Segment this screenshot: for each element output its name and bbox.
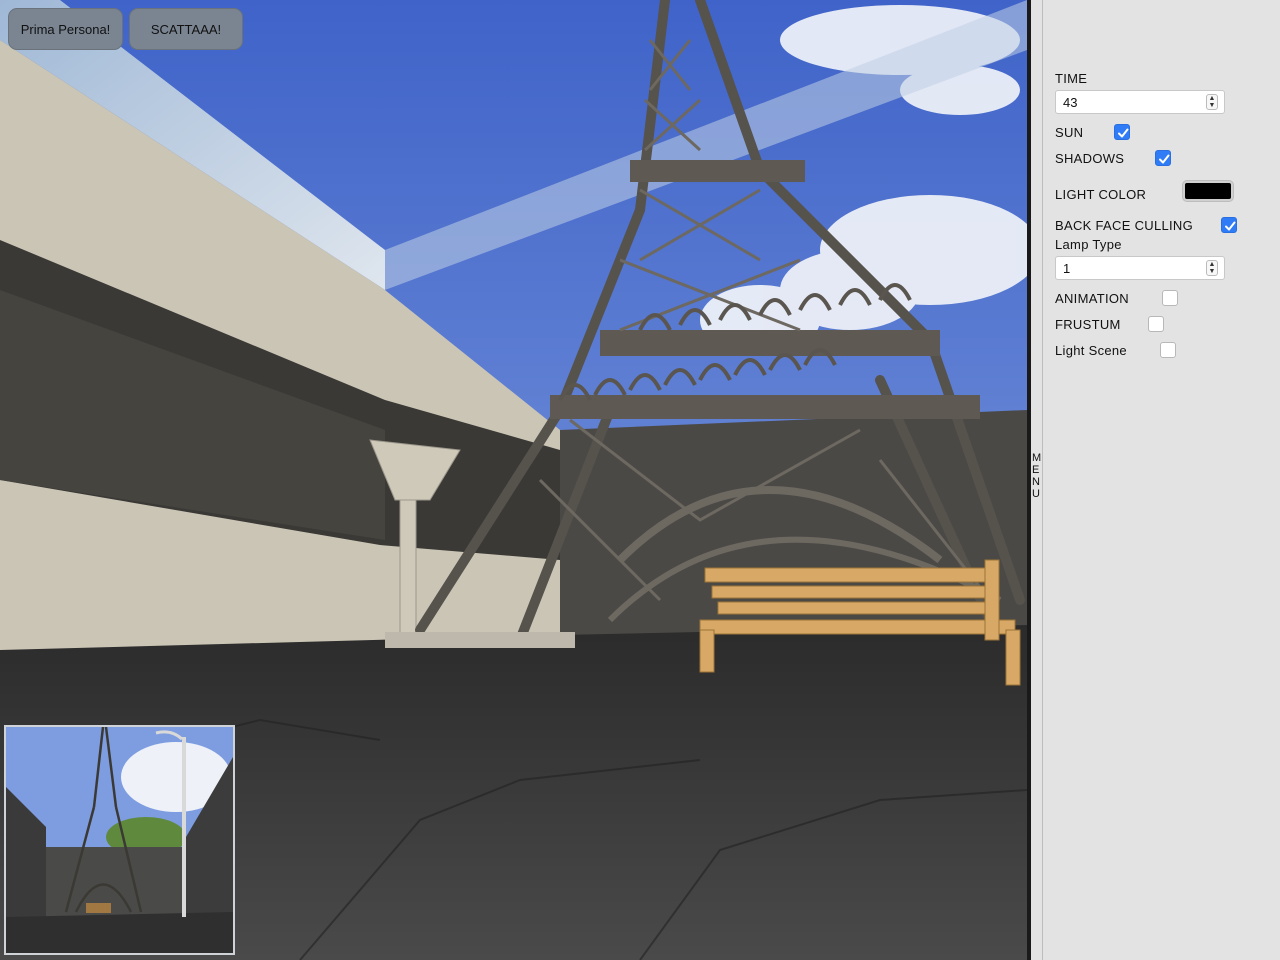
checkmark-icon [1118,128,1129,138]
light-color-picker[interactable] [1183,181,1233,201]
lamp-type-input[interactable]: 1 ▲ ▼ [1055,256,1225,280]
animation-label: ANIMATION [1055,291,1129,306]
time-input[interactable]: 43 ▲ ▼ [1055,90,1225,114]
checkmark-icon [1159,154,1170,164]
spinner-arrows-icon[interactable]: ▲ ▼ [1206,260,1218,276]
light-color-label: LIGHT COLOR [1055,187,1147,202]
animation-checkbox[interactable] [1162,290,1178,306]
time-value: 43 [1063,95,1078,110]
shadows-label: SHADOWS [1055,151,1125,166]
back-face-culling-checkbox[interactable] [1221,217,1237,233]
webgl-canvas[interactable]: Prima Persona! SCATTAAA! [0,0,1027,960]
menu-toggle-strip[interactable]: MENU [1031,0,1043,960]
spinner-arrows-icon[interactable]: ▲ ▼ [1206,94,1218,110]
first-person-button[interactable]: Prima Persona! [8,8,123,50]
menu-label: MENU [1032,452,1042,500]
back-face-culling-label: BACK FACE CULLING [1055,218,1194,233]
snapshot-preview-render [6,727,233,953]
snapshot-preview [4,725,235,955]
sun-label: SUN [1055,125,1084,140]
light-scene-checkbox[interactable] [1160,342,1176,358]
light-scene-label: Light Scene [1055,343,1127,358]
controls-panel: TIME 43 ▲ ▼ SUN SHADOWS LIGHT COLOR BACK … [1043,0,1280,960]
shadows-checkbox[interactable] [1155,150,1171,166]
frustum-label: FRUSTUM [1055,317,1121,332]
snapshot-button[interactable]: SCATTAAA! [129,8,243,50]
sun-checkbox[interactable] [1114,124,1130,140]
frustum-checkbox[interactable] [1148,316,1164,332]
tower-base [385,632,575,648]
checkmark-icon [1225,221,1236,231]
time-label: TIME [1055,71,1088,86]
lamp-type-value: 1 [1063,261,1071,276]
lamp-type-label: Lamp Type [1055,237,1122,252]
